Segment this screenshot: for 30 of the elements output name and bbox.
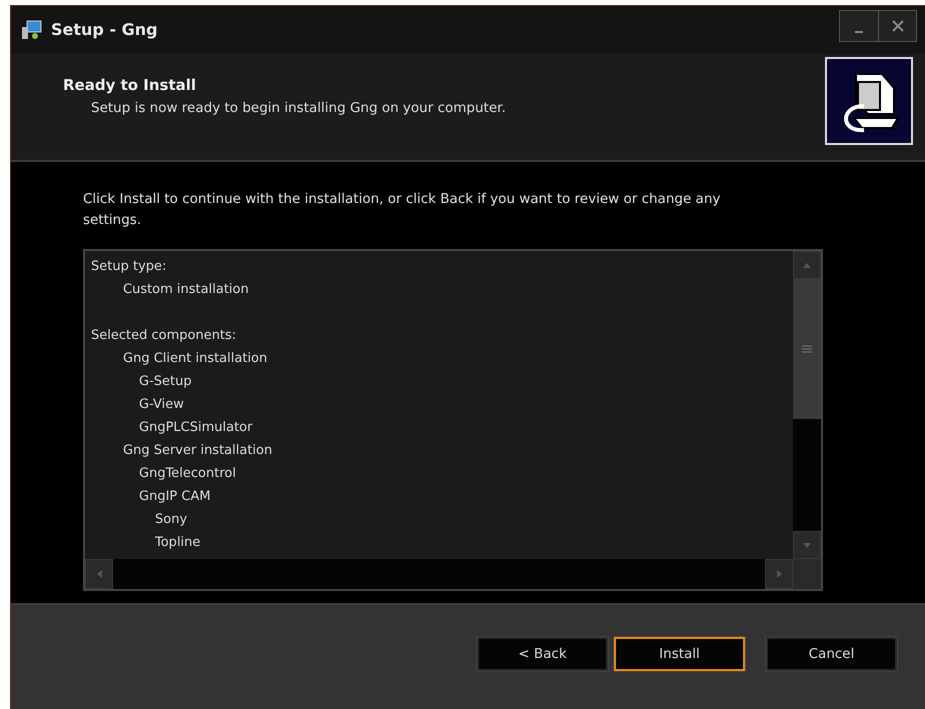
summary-line: Sony <box>154 511 188 530</box>
summary-line: Setup type: <box>91 258 168 276</box>
summary-line: G-Setup <box>138 373 193 392</box>
minimize-icon <box>855 31 863 33</box>
dialog-button[interactable]: < Back <box>477 637 608 672</box>
summary-line: GngTelecontrol <box>138 465 237 484</box>
installer-icon <box>21 18 43 41</box>
summary-line: GngPLCSimulator <box>138 419 254 438</box>
summary-line: Selected components: <box>91 327 238 346</box>
horizontal-scrollbar[interactable] <box>85 559 793 590</box>
page-title: Ready to Install <box>63 76 198 94</box>
vertical-scrollbar[interactable] <box>793 251 821 560</box>
dialog-button[interactable]: Install <box>614 637 745 672</box>
summary-line: GngIP CAM <box>138 488 212 506</box>
scrollbar-corner <box>793 559 821 590</box>
summary-line: Topline <box>154 534 202 552</box>
summary-line: Custom installation <box>122 281 250 300</box>
down-arrow-icon <box>802 540 812 550</box>
instructions-text: Click Install to continue with the installation, or click Back if you want to review or change any settings. <box>83 190 722 230</box>
summary-line: G-View <box>138 396 185 414</box>
close-button[interactable] <box>878 11 916 41</box>
grip-icon <box>802 345 812 354</box>
close-icon <box>892 20 904 32</box>
scroll-thumb[interactable] <box>793 279 821 420</box>
window-title: Setup - Gng <box>51 20 159 40</box>
right-arrow-icon <box>774 569 784 580</box>
summary-line: Gng Client installation <box>122 350 268 368</box>
summary-line: Gng Server installation <box>122 442 274 460</box>
dialog-button[interactable]: Cancel <box>766 637 897 672</box>
page-subtitle: Setup is now ready to begin installing Gng on your computer. <box>90 100 507 116</box>
